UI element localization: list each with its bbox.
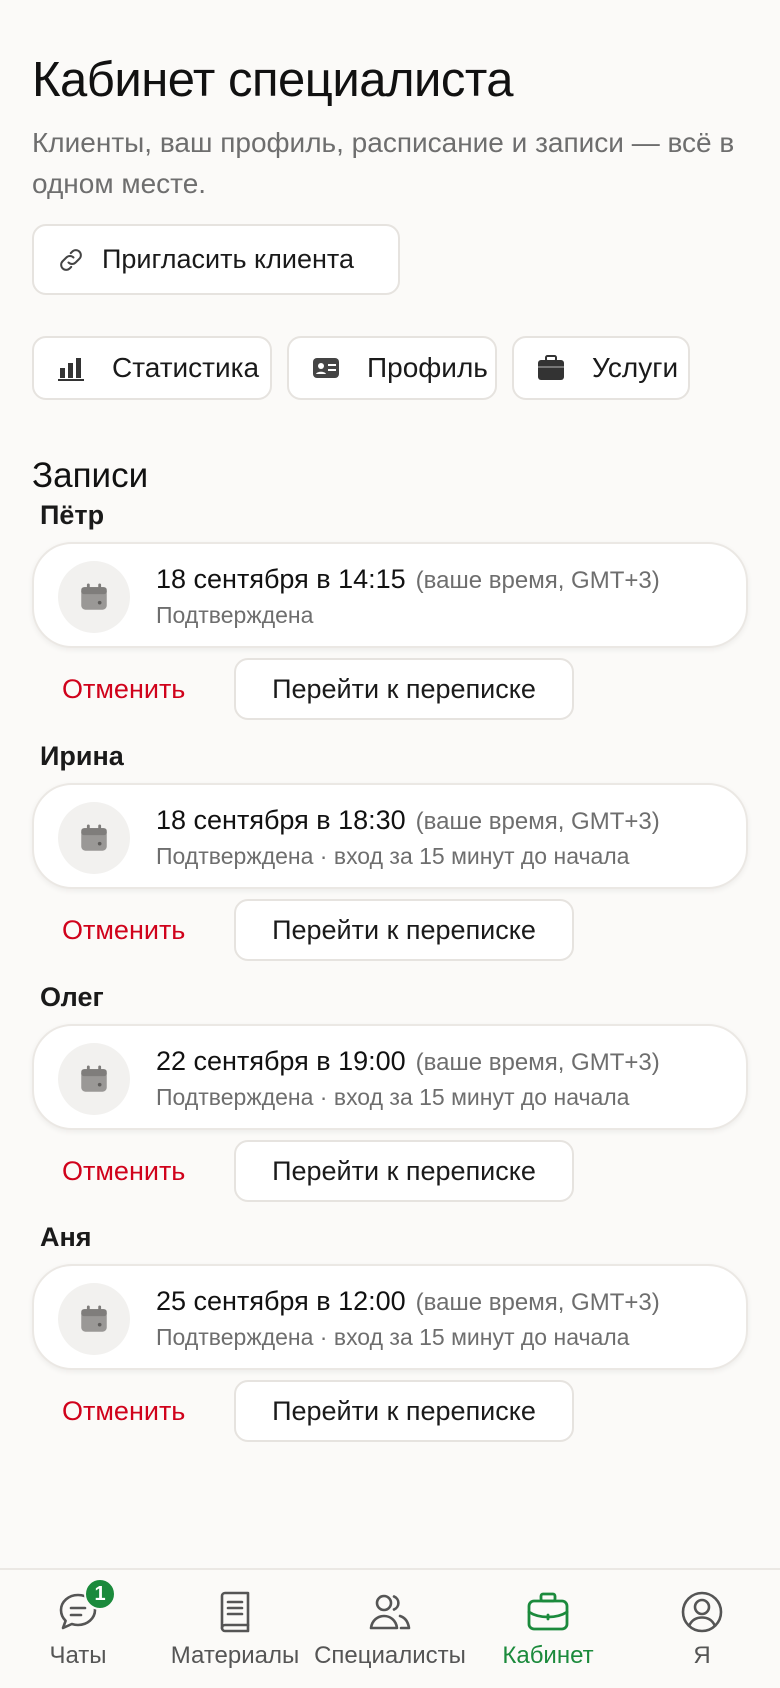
book-icon xyxy=(211,1588,259,1636)
link-icon xyxy=(56,243,90,277)
tab-label: Материалы xyxy=(170,1642,300,1669)
tab-label: Чаты xyxy=(49,1642,107,1669)
booking-timezone: (ваше время, GMT+3) xyxy=(415,567,660,594)
cancel-booking-button[interactable]: Отменить xyxy=(62,1156,185,1187)
bar-chart-icon xyxy=(56,353,86,383)
tab-me[interactable]: Я xyxy=(652,1570,752,1688)
booking-card[interactable]: 18 сентября в 14:15 (ваше время, GMT+3) П… xyxy=(32,542,748,648)
booking-client-name: Олег xyxy=(40,982,104,1012)
unread-badge: 1 xyxy=(84,1578,116,1610)
tab-label: Специалисты xyxy=(314,1642,466,1669)
briefcase-icon xyxy=(536,353,566,383)
calendar-icon xyxy=(58,802,130,874)
booking-client-name: Ирина xyxy=(40,741,124,771)
booking-status: Подтверждена · вход за 15 минут до начал… xyxy=(156,1324,630,1350)
cancel-booking-button[interactable]: Отменить xyxy=(62,915,185,946)
booking-timezone: (ваше время, GMT+3) xyxy=(415,1289,660,1316)
invite-client-button[interactable]: Пригласить клиента xyxy=(32,224,400,295)
booking-timezone: (ваше время, GMT+3) xyxy=(415,808,660,835)
tab-specialists[interactable]: Специалисты xyxy=(310,1570,470,1688)
booking-datetime: 25 сентября в 12:00 xyxy=(156,1286,406,1316)
bookings-section-title: Записи xyxy=(32,456,149,495)
profile-icon xyxy=(678,1588,726,1636)
page-title: Кабинет специалиста xyxy=(32,53,514,107)
profile-label: Профиль xyxy=(367,352,488,383)
statistics-label: Статистика xyxy=(112,352,260,383)
services-label: Услуги xyxy=(592,352,679,383)
invite-client-label: Пригласить клиента xyxy=(102,244,355,274)
page-subtitle: Клиенты, ваш профиль, расписание и запис… xyxy=(32,127,735,199)
booking-status: Подтверждена xyxy=(156,602,314,628)
booking-card[interactable]: 25 сентября в 12:00 (ваше время, GMT+3) П… xyxy=(32,1264,748,1370)
bottom-tab-bar: 1 Чаты Материалы Специалисты Кабинет Я xyxy=(0,1568,780,1688)
booking-datetime: 18 сентября в 18:30 xyxy=(156,805,406,835)
profile-button[interactable]: Профиль xyxy=(287,336,497,400)
open-chat-button[interactable]: Перейти к переписке xyxy=(234,1140,574,1202)
id-card-icon xyxy=(311,353,341,383)
booking-datetime: 22 сентября в 19:00 xyxy=(156,1046,406,1076)
open-chat-button[interactable]: Перейти к переписке xyxy=(234,1380,574,1442)
specialist-cabinet-screen: Кабинет специалиста Клиенты, ваш профиль… xyxy=(0,0,780,1688)
calendar-icon xyxy=(58,561,130,633)
booking-status: Подтверждена · вход за 15 минут до начал… xyxy=(156,843,630,869)
booking-status: Подтверждена · вход за 15 минут до начал… xyxy=(156,1084,630,1110)
booking-card[interactable]: 22 сентября в 19:00 (ваше время, GMT+3) П… xyxy=(32,1024,748,1130)
chat-icon: 1 xyxy=(54,1578,116,1636)
booking-client-name: Пётр xyxy=(40,500,105,530)
booking-client-name: Аня xyxy=(40,1222,92,1252)
tab-label: Я xyxy=(693,1642,711,1669)
cancel-booking-button[interactable]: Отменить xyxy=(62,674,185,705)
cancel-booking-button[interactable]: Отменить xyxy=(62,1396,185,1427)
briefcase-icon xyxy=(524,1588,572,1636)
tab-chats[interactable]: 1 Чаты xyxy=(28,1570,128,1688)
open-chat-button[interactable]: Перейти к переписке xyxy=(234,658,574,720)
booking-card[interactable]: 18 сентября в 18:30 (ваше время, GMT+3) П… xyxy=(32,783,748,889)
calendar-icon xyxy=(58,1043,130,1115)
tab-materials[interactable]: Материалы xyxy=(160,1570,310,1688)
services-button[interactable]: Услуги xyxy=(512,336,690,400)
booking-timezone: (ваше время, GMT+3) xyxy=(415,1049,660,1076)
booking-datetime: 18 сентября в 14:15 xyxy=(156,564,406,594)
open-chat-button[interactable]: Перейти к переписке xyxy=(234,899,574,961)
tab-label: Кабинет xyxy=(502,1642,594,1669)
tab-cabinet[interactable]: Кабинет xyxy=(488,1570,608,1688)
statistics-button[interactable]: Статистика xyxy=(32,336,272,400)
calendar-icon xyxy=(58,1283,130,1355)
users-icon xyxy=(366,1588,414,1636)
